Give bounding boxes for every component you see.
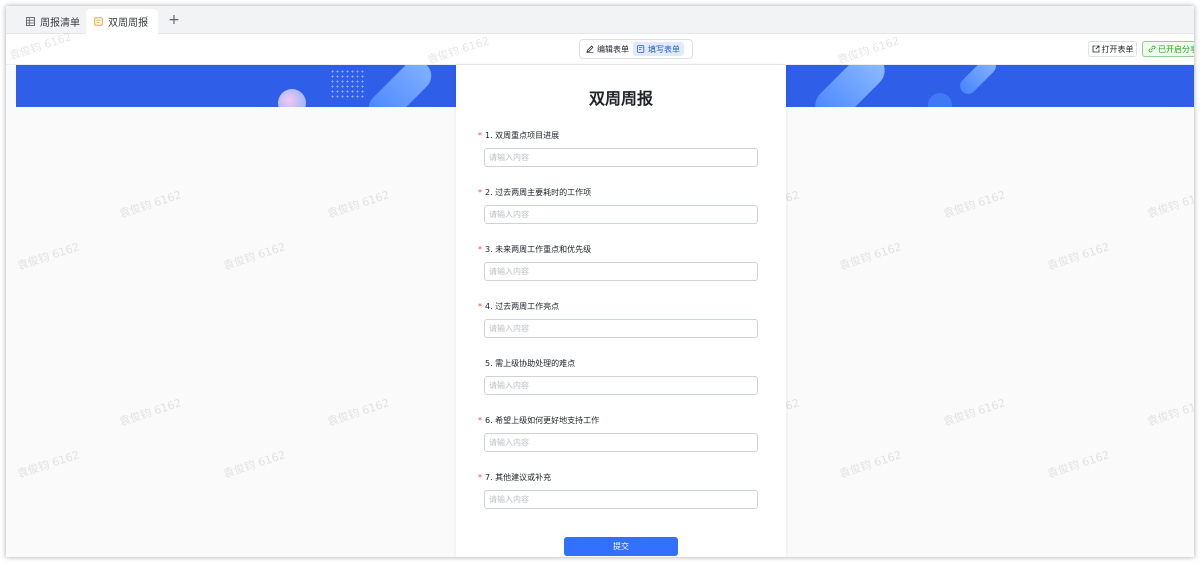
tab-weekly-list[interactable]: 周报清单 [18,9,90,34]
edit-form-button[interactable]: 编辑表单 [582,42,633,56]
watermark: 袁俊钧 6162 [941,396,1008,429]
watermark: 袁俊钧 6162 [941,188,1008,221]
answer-input[interactable]: 请输入内容 [484,148,758,167]
add-tab-button[interactable]: + [166,12,182,28]
watermark: 袁俊钧 6162 [117,188,184,221]
question-label: 1. 双周重点项目进展 [485,131,560,140]
app-window: 周报清单 双周周报 ⋮ + 编辑表单 填写表单 打开表单 已开启分享 袁俊钧 6… [6,6,1194,557]
watermark: 袁俊钧 6162 [117,396,184,429]
question-label: 5. 需上级协助处理的难点 [485,359,576,368]
mode-switch: 编辑表单 填写表单 [579,39,693,59]
required-marker: * [478,302,482,311]
form-icon [94,17,103,26]
pencil-icon [586,45,594,53]
answer-input[interactable]: 请输入内容 [484,319,758,338]
watermark: 袁俊钧 6162 [837,240,904,273]
answer-input[interactable]: 请输入内容 [484,262,758,281]
question-label: 4. 过去两周工作亮点 [485,302,560,311]
form-question: * 7. 其他建议或补充 请输入内容 [478,472,764,509]
watermark: 袁俊钧 6162 [15,240,82,273]
tab-label: 周报清单 [40,18,80,29]
question-label: 6. 希望上级如何更好地支持工作 [485,416,600,425]
banner-shape [956,65,1000,98]
watermark: 袁俊钧 6162 [837,448,904,481]
tab-bar: 周报清单 双周周报 ⋮ + [6,6,1194,34]
watermark: 袁俊钧 6162 [1145,396,1194,429]
form-title: 双周周报 [588,89,653,108]
answer-input[interactable]: 请输入内容 [484,433,758,452]
required-marker: * [478,131,482,140]
watermark: 袁俊钧 6162 [221,240,288,273]
form-question: * 3. 未来两周工作重点和优先级 请输入内容 [478,244,764,281]
watermark: 袁俊钧 6162 [1145,188,1194,221]
tab-more-icon[interactable]: ⋮ [142,16,152,26]
question-label: 7. 其他建议或补充 [485,473,552,482]
fill-form-button[interactable]: 填写表单 [633,42,684,56]
answer-input[interactable]: 请输入内容 [484,205,758,224]
form-question: * 6. 希望上级如何更好地支持工作 请输入内容 [478,415,764,452]
share-status-button[interactable]: 已开启分享 [1142,41,1194,57]
open-form-button[interactable]: 打开表单 [1088,41,1137,57]
question-label: 2. 过去两周主要耗时的工作项 [485,188,592,197]
answer-input[interactable]: 请输入内容 [484,376,758,395]
external-link-icon [1092,45,1099,53]
dot-pattern [330,69,364,99]
form-toolbar: 编辑表单 填写表单 打开表单 已开启分享 [6,34,1194,65]
answer-input[interactable]: 请输入内容 [484,490,758,509]
form-question: * 4. 过去两周工作亮点 请输入内容 [478,301,764,338]
banner-orb [928,93,952,107]
banner-shape [362,65,438,107]
watermark: 袁俊钧 6162 [1045,448,1112,481]
fill-form-icon [637,45,645,53]
submit-button[interactable]: 提交 [564,537,678,556]
watermark: 袁俊钧 6162 [325,396,392,429]
banner-shape [808,65,892,107]
required-marker: * [478,416,482,425]
form-question: * 2. 过去两周主要耗时的工作项 请输入内容 [478,187,764,224]
question-label: 3. 未来两周工作重点和优先级 [485,245,592,254]
form-question: 5. 需上级协助处理的难点 请输入内容 [478,358,764,395]
link-icon [1148,45,1156,53]
watermark: 袁俊钧 6162 [221,448,288,481]
form-question: * 1. 双周重点项目进展 请输入内容 [478,130,764,167]
table-icon [26,17,35,26]
watermark: 袁俊钧 6162 [325,188,392,221]
watermark: 袁俊钧 6162 [15,448,82,481]
required-marker: * [478,473,482,482]
required-marker: * [478,188,482,197]
tab-biweekly-report[interactable]: 双周周报 ⋮ [86,9,158,34]
required-marker: * [478,245,482,254]
form-card: 双周周报 * 1. 双周重点项目进展 请输入内容 * 2. 过去两周主要耗时的工作项… [456,65,786,557]
watermark: 袁俊钧 6162 [1045,240,1112,273]
banner-orb [278,89,306,107]
